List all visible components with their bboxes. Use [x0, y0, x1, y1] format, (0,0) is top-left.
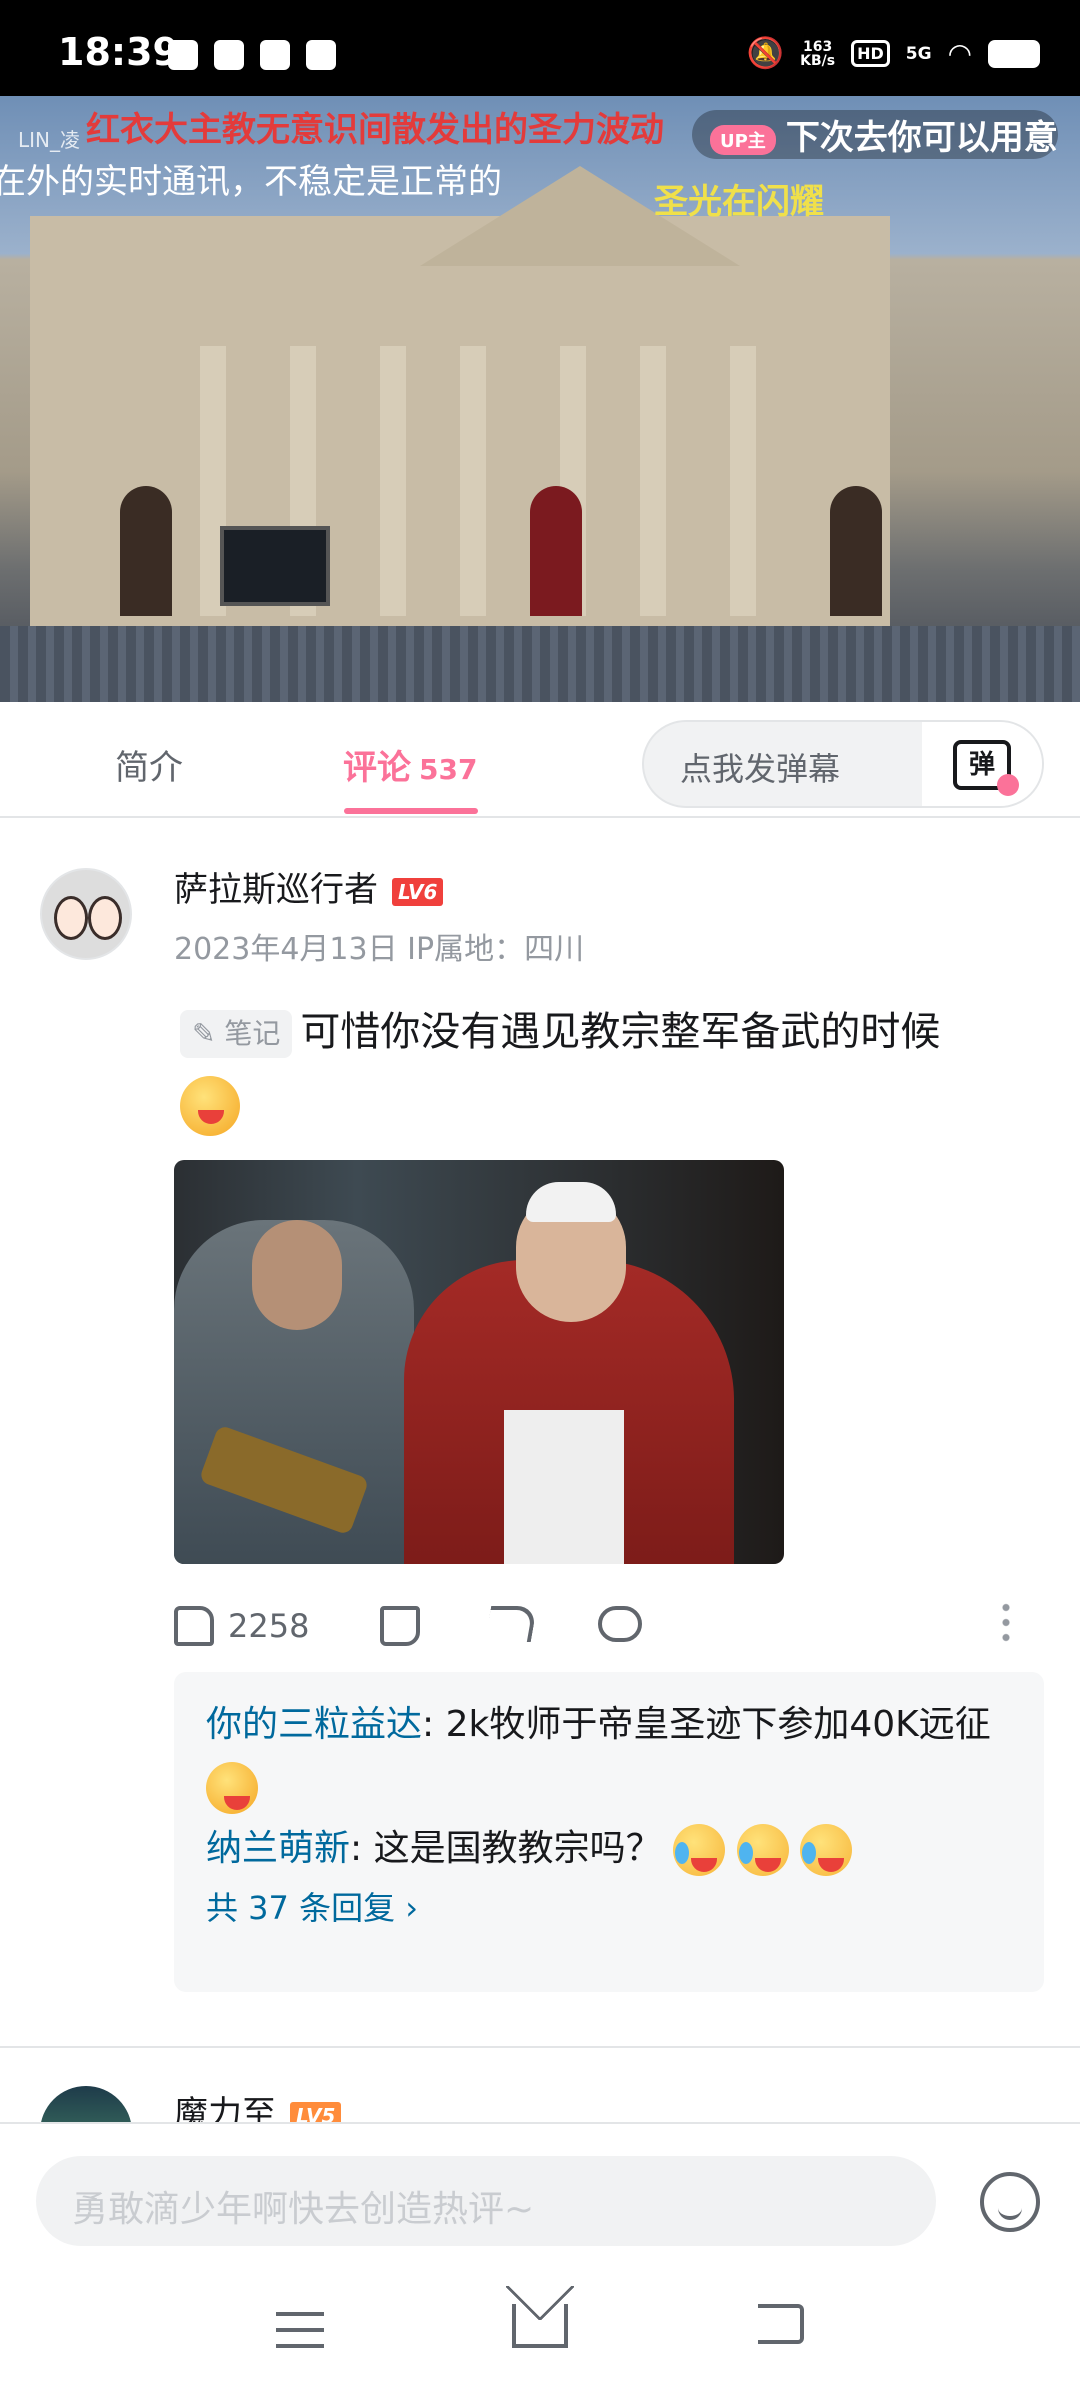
video-player[interactable]: LIN_凌 红衣大主教无意识间散发出的圣力波动 在外的实时通讯，不稳定是正常的 … — [0, 96, 1080, 702]
reply-icon — [598, 1606, 642, 1642]
level-badge: LV6 — [392, 877, 444, 906]
wifi-icon: ◠ — [947, 37, 972, 70]
image-robe — [504, 1410, 624, 1564]
danmaku-comment: 红衣大主教无意识间散发出的圣力波动 — [86, 110, 664, 150]
comment-text: ✎ 笔记 可惜你没有遇见教宗整军备武的时候 — [180, 996, 1040, 1140]
app-notification-icon — [168, 40, 198, 70]
avatar-figure — [54, 896, 88, 940]
more-options-icon[interactable] — [1002, 1600, 1010, 1644]
danmaku-tv-icon: 弹 — [953, 740, 1019, 796]
reply-username[interactable]: 你的三粒益达 — [206, 1704, 422, 1745]
image-cap — [526, 1182, 616, 1222]
emoji-picker-icon[interactable] — [980, 2172, 1040, 2232]
comment-input-bar: 勇敢滴少年啊快去创造热评~ — [0, 2122, 1080, 2264]
reply-username[interactable]: 纳兰萌新 — [206, 1828, 350, 1869]
video-frame-column — [640, 346, 666, 616]
comment-image[interactable] — [174, 1160, 784, 1564]
share-button[interactable] — [484, 1606, 538, 1642]
tab-comments[interactable]: 评论 537 — [343, 740, 477, 789]
network-speed: 163 KB/s — [800, 38, 836, 69]
system-navigation-bar — [0, 2264, 1080, 2400]
back-icon[interactable] — [758, 2304, 804, 2344]
comment-input[interactable]: 勇敢滴少年啊快去创造热评~ — [36, 2156, 936, 2246]
clock: 18:39 — [58, 30, 179, 74]
status-bar: 18:39 🔕 163 KB/s HD 5G ◠ — [0, 0, 1080, 96]
tab-intro[interactable]: 简介 — [115, 740, 183, 789]
laughing-emoji-icon — [673, 1824, 726, 1876]
notification-icons — [168, 40, 336, 70]
like-count: 2258 — [228, 1607, 310, 1645]
active-tab-indicator — [344, 808, 478, 814]
video-frame-screen — [220, 526, 330, 606]
thumbs-up-icon — [174, 1606, 214, 1646]
video-frame-plaza — [0, 626, 1080, 702]
danmaku-placeholder: 点我发弹幕 — [680, 750, 841, 788]
video-frame-column — [730, 346, 756, 616]
dislike-button[interactable] — [380, 1606, 420, 1646]
danmaku-toggle-button[interactable]: 弹 — [922, 722, 1042, 806]
tab-bar: 简介 评论 537 点我发弹幕 弹 — [0, 704, 1080, 818]
reply-button[interactable] — [598, 1606, 642, 1642]
share-icon — [484, 1606, 538, 1642]
recent-apps-icon[interactable] — [276, 2312, 324, 2348]
video-frame-arch — [120, 486, 172, 616]
app-notification-icon — [214, 40, 244, 70]
comment-username[interactable]: 魔力至 LV5 — [174, 2086, 342, 2122]
danmaku-comment: 在外的实时通讯，不稳定是正常的 — [0, 162, 502, 202]
thumbs-down-icon — [380, 1606, 420, 1646]
danmaku-input[interactable]: 点我发弹幕 弹 — [642, 720, 1044, 808]
level-badge: LV5 — [290, 2101, 342, 2122]
view-more-replies-link[interactable]: 共 37 条回复 › — [206, 1880, 1012, 1936]
comments-count: 537 — [419, 753, 478, 786]
avatar[interactable] — [40, 868, 132, 960]
avatar-figure — [88, 896, 122, 940]
app-notification-icon — [260, 40, 290, 70]
video-watermark: LIN_凌 — [18, 128, 81, 152]
battery-icon — [988, 39, 1040, 68]
system-indicators: 🔕 163 KB/s HD 5G ◠ — [747, 36, 1040, 71]
video-frame-column — [460, 346, 486, 616]
comment-input-placeholder: 勇敢滴少年啊快去创造热评~ — [72, 2189, 535, 2230]
video-frame-door — [530, 486, 582, 616]
comment-username[interactable]: 萨拉斯巡行者 LV6 — [174, 862, 444, 911]
app-notification-icon — [306, 40, 336, 70]
up-badge: UP主 — [710, 124, 776, 155]
reply-preview[interactable]: 你的三粒益达: 2k牧师于帝皇圣迹下参加40K远征 纳兰萌新: 这是国教教宗吗？… — [174, 1672, 1044, 1992]
comment-item: 魔力至 LV5 — [0, 2046, 1080, 2122]
image-soldier-head — [252, 1220, 342, 1330]
mute-icon: 🔕 — [746, 36, 785, 71]
video-frame-arch — [830, 486, 882, 616]
hd-icon: HD — [851, 40, 890, 67]
note-tag[interactable]: ✎ 笔记 — [180, 1010, 293, 1058]
home-icon[interactable] — [512, 2304, 568, 2348]
reply-item: 你的三粒益达: 2k牧师于帝皇圣迹下参加40K远征 — [206, 1694, 1012, 1818]
video-frame-column — [380, 346, 406, 616]
emoji-icon — [180, 1076, 240, 1136]
avatar[interactable] — [40, 2086, 132, 2122]
emoji-icon — [206, 1762, 258, 1814]
danmaku-comment: 圣光在闪耀 — [654, 182, 824, 222]
like-button[interactable]: 2258 — [174, 1606, 309, 1646]
comment-meta: 2023年4月13日 IP属地：四川 — [174, 932, 585, 967]
comment-actions: 2258 — [174, 1600, 1034, 1660]
laughing-emoji-icon — [799, 1824, 852, 1876]
signal-icon: 5G — [905, 43, 932, 64]
danmaku-comment-up: UP主 下次去你可以用意 — [692, 110, 1058, 159]
laughing-emoji-icon — [736, 1824, 789, 1876]
reply-item: 纳兰萌新: 这是国教教宗吗？ — [206, 1818, 1012, 1880]
